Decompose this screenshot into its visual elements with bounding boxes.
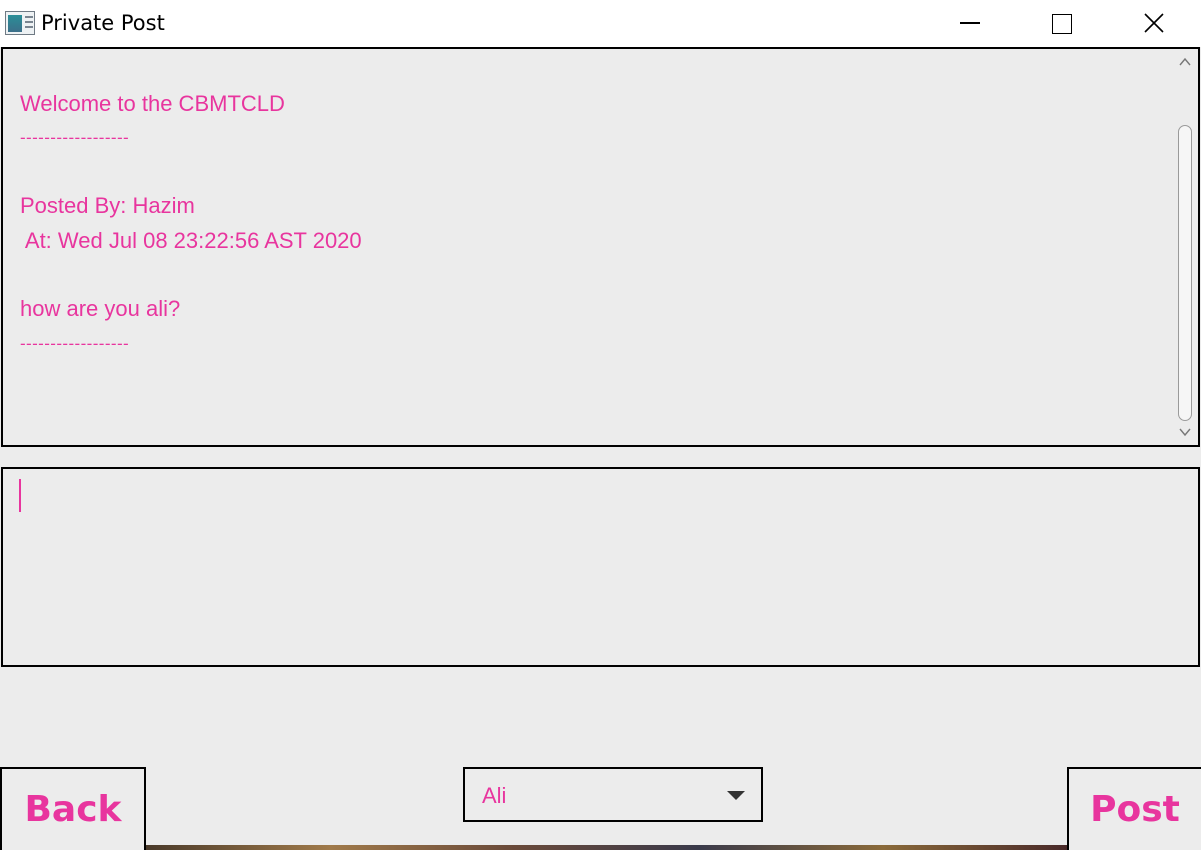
post-line: At: Fri Jun 26 12:32:08 AST 2020 <box>20 49 362 52</box>
desktop-background-strip <box>146 845 1067 850</box>
scroll-thumb[interactable] <box>1178 125 1192 421</box>
title-bar: Private Post <box>0 0 1201 47</box>
chevron-down-icon <box>727 791 745 800</box>
maximize-icon[interactable] <box>1038 0 1084 47</box>
text-caret <box>19 479 21 512</box>
vertical-scrollbar[interactable] <box>1174 51 1196 443</box>
post-line: Posted By: Hazim <box>20 193 195 219</box>
post-separator: ------------------ <box>20 127 130 147</box>
post-button[interactable]: Post <box>1067 767 1201 850</box>
post-history-area[interactable]: At: Fri Jun 26 12:32:08 AST 2020 Welcome… <box>1 47 1200 447</box>
post-line: Welcome to the CBMTCLD <box>20 90 285 116</box>
message-input[interactable] <box>1 467 1200 667</box>
recipient-selected-value: Ali <box>482 783 507 808</box>
post-line: At: Wed Jul 08 23:22:56 AST 2020 <box>20 227 362 253</box>
post-line: how are you ali? <box>20 296 181 322</box>
minimize-icon[interactable] <box>946 0 992 47</box>
recipient-dropdown[interactable]: Ali <box>463 767 763 822</box>
post-history-text: At: Fri Jun 26 12:32:08 AST 2020 Welcome… <box>20 49 362 361</box>
scroll-down-icon[interactable] <box>1178 425 1192 439</box>
post-separator: ------------------ <box>20 333 130 353</box>
app-window-icon <box>5 11 35 35</box>
close-icon[interactable] <box>1131 0 1177 47</box>
scroll-up-icon[interactable] <box>1178 55 1192 69</box>
back-button[interactable]: Back <box>0 767 146 850</box>
window-title: Private Post <box>41 11 165 35</box>
